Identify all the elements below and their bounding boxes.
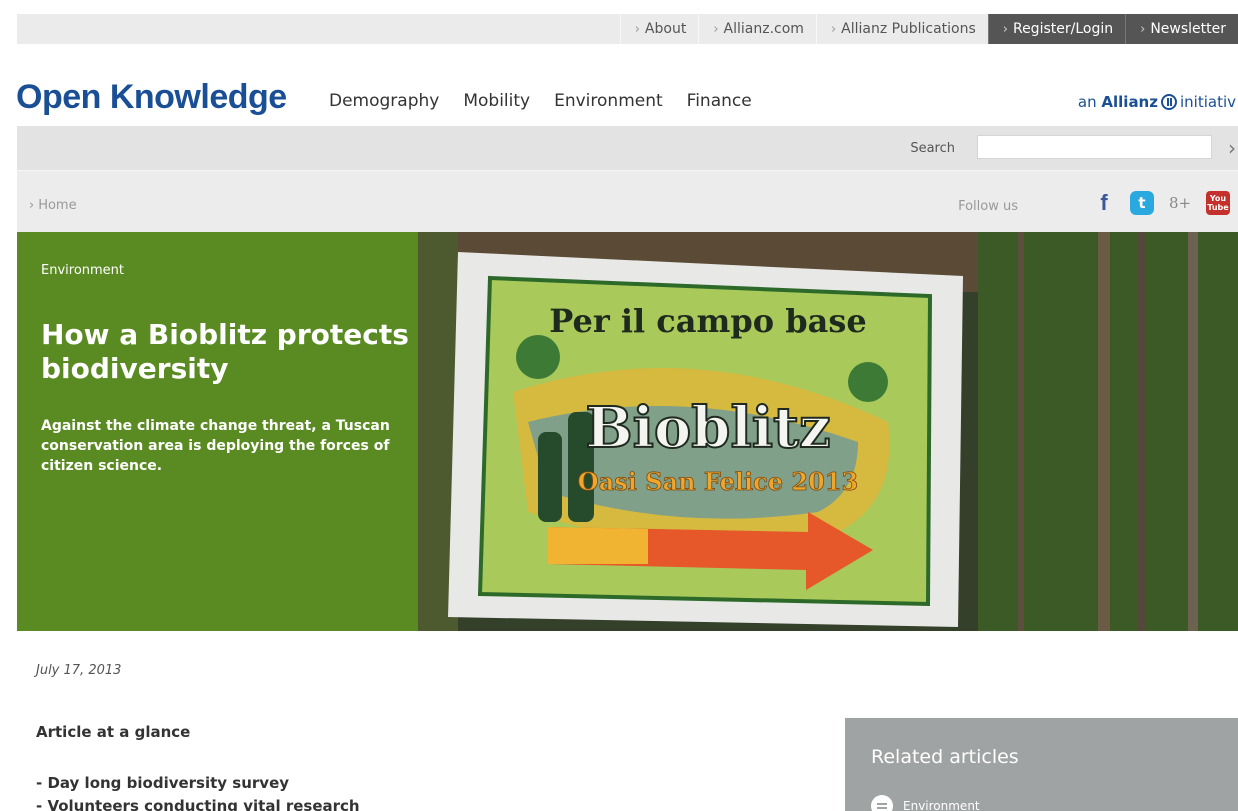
- related-articles-heading: Related articles: [871, 746, 1019, 768]
- bioblitz-sign-photo: Per il campo base Bioblitz Oasi San Feli…: [418, 232, 1238, 631]
- utility-bar: › About › Allianz.com › Allianz Publication…: [17, 14, 1238, 44]
- nav-finance[interactable]: Finance: [687, 91, 752, 111]
- breadcrumb-home[interactable]: Home: [38, 198, 76, 213]
- chevron-right-icon: ›: [1140, 21, 1146, 37]
- youtube-icon-bottom: Tube: [1207, 203, 1229, 212]
- list-item: - Volunteers conducting vital research: [36, 797, 360, 811]
- search-bar: Search ›: [17, 126, 1238, 170]
- nav-demography[interactable]: Demography: [329, 91, 439, 111]
- allianz-com-link[interactable]: › Allianz.com: [698, 14, 816, 44]
- chevron-right-icon: ›: [830, 21, 837, 37]
- follow-us-label: Follow us: [958, 199, 1018, 214]
- nav-environment[interactable]: Environment: [554, 91, 663, 111]
- utility-links: › About › Allianz.com › Allianz Publication…: [619, 14, 1238, 44]
- hero-title: How a Bioblitz protects biodiversity: [41, 318, 409, 385]
- about-link[interactable]: › About: [619, 14, 699, 44]
- register-login-link[interactable]: › Register/Login: [987, 14, 1126, 44]
- hero-subtitle: Against the climate change threat, a Tus…: [41, 418, 390, 474]
- social-icons: f t 8+ You Tube: [1092, 190, 1230, 215]
- chevron-right-icon: ›: [1002, 21, 1008, 37]
- allianz-com-link-label: Allianz.com: [723, 21, 804, 37]
- search-label: Search: [910, 141, 955, 156]
- about-link-label: About: [644, 21, 687, 37]
- search-submit-chevron-icon[interactable]: ›: [1228, 136, 1236, 160]
- hero-category[interactable]: Environment: [41, 263, 124, 278]
- list-item: - Day long biodiversity survey: [36, 774, 290, 792]
- site-logo[interactable]: Open Knowledge: [16, 78, 287, 117]
- nav-mobility[interactable]: Mobility: [463, 91, 530, 111]
- chevron-right-icon: ›: [713, 21, 719, 37]
- related-articles-panel: Related articles Environment: [845, 718, 1238, 811]
- breadcrumb-bar: › Home Follow us f t 8+ You Tube: [17, 170, 1238, 232]
- glance-heading: Article at a glance: [36, 723, 191, 741]
- hero-photo: Per il campo base Bioblitz Oasi San Feli…: [418, 232, 1238, 631]
- main-nav: Demography Mobility Environment Finance: [329, 91, 752, 111]
- register-login-link-label: Register/Login: [1012, 21, 1114, 37]
- tagline-suffix: initiativ: [1179, 93, 1236, 111]
- newsletter-link-label: Newsletter: [1150, 21, 1226, 37]
- tagline-brand: Allianz: [1101, 93, 1158, 111]
- article-list-icon: [871, 795, 893, 811]
- sign-brand: Bioblitz: [585, 395, 830, 461]
- allianz-eagle-icon: [1160, 94, 1177, 110]
- tagline-prefix: an: [1077, 93, 1097, 111]
- twitter-icon[interactable]: t: [1130, 191, 1154, 215]
- search-input[interactable]: [977, 135, 1212, 159]
- chevron-right-icon: ›: [634, 21, 640, 37]
- chevron-right-icon: ›: [29, 198, 35, 213]
- allianz-publications-link-label: Allianz Publications: [841, 21, 976, 37]
- sign-title: Per il campo base: [549, 302, 866, 340]
- article-date: July 17, 2013: [36, 663, 122, 678]
- breadcrumb: › Home: [29, 198, 77, 213]
- glance-list: - Day long biodiversity survey - Volunte…: [36, 772, 360, 811]
- sign-event: Oasi San Felice 2013: [578, 467, 858, 496]
- allianz-initiative-logo[interactable]: an Allianz initiativ: [1078, 93, 1236, 111]
- related-item-label: Environment: [903, 799, 980, 811]
- allianz-publications-link[interactable]: › Allianz Publications: [815, 14, 988, 44]
- hero-banner: Environment How a Bioblitz protects biod…: [17, 232, 1238, 631]
- hero-text-panel: Environment How a Bioblitz protects biod…: [17, 232, 418, 631]
- googleplus-icon[interactable]: 8+: [1168, 191, 1192, 215]
- youtube-icon[interactable]: You Tube: [1206, 191, 1230, 215]
- newsletter-link[interactable]: › Newsletter: [1125, 14, 1238, 44]
- site-header: Open Knowledge Demography Mobility Envir…: [0, 44, 1238, 126]
- facebook-icon[interactable]: f: [1092, 190, 1116, 215]
- related-article-item[interactable]: Environment: [871, 795, 980, 811]
- youtube-icon-top: You: [1209, 194, 1227, 203]
